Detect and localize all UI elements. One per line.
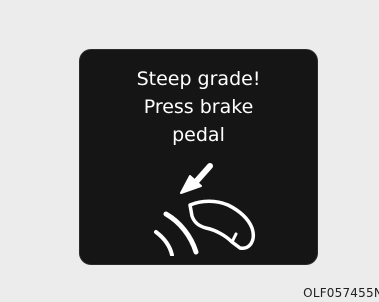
cluster-warning-display: Steep grade! Press brake pedal [80, 50, 317, 264]
figure-code: OLF057455N [303, 286, 379, 300]
warning-line-1: Steep grade! [136, 68, 261, 90]
warning-line-2: Press brake [143, 96, 254, 118]
brake-pedal-press-icon [154, 163, 255, 256]
warning-line-3: pedal [172, 124, 225, 146]
warning-message: Steep grade! Press brake pedal [80, 65, 317, 149]
